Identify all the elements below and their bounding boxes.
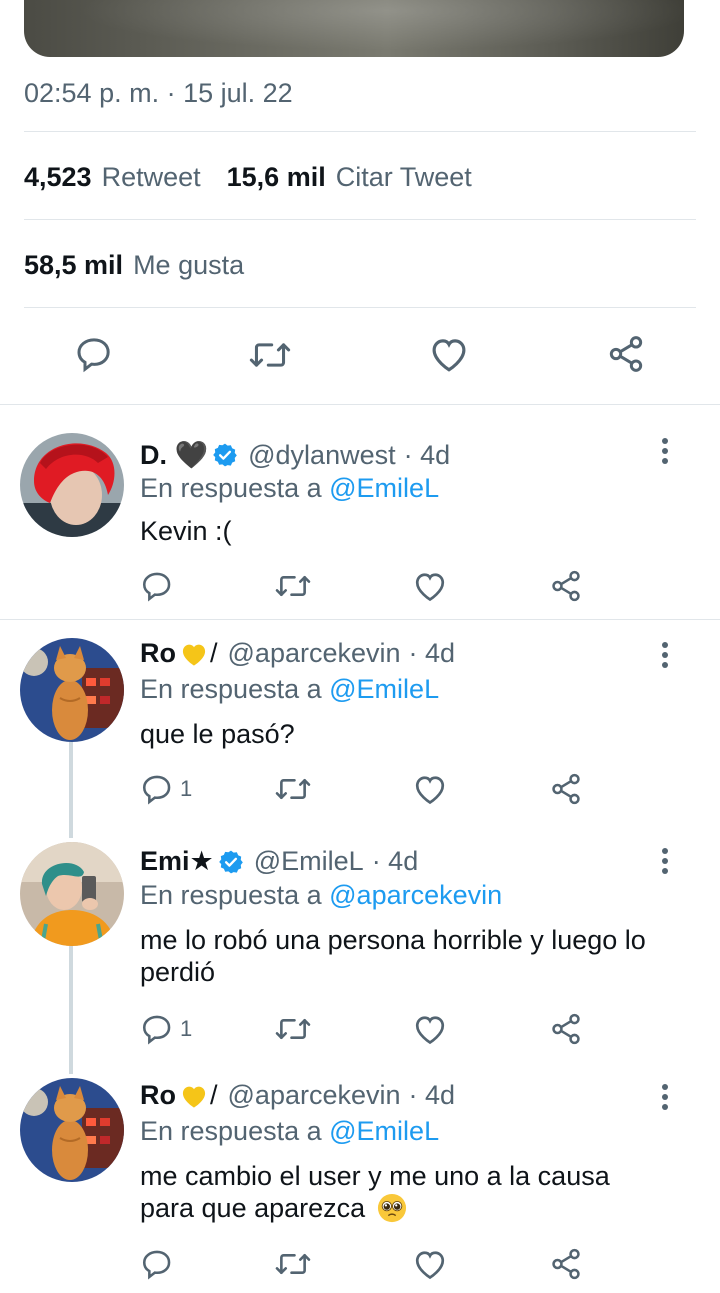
reply-header: Ro / @aparcekevin · 4d bbox=[140, 1080, 455, 1111]
thread-line bbox=[69, 946, 73, 1074]
tweet-media-image[interactable] bbox=[24, 0, 684, 57]
quotes-label[interactable]: Citar Tweet bbox=[336, 162, 472, 193]
reply-icon[interactable]: 1 bbox=[140, 1012, 192, 1046]
reply-time: · 4d bbox=[403, 439, 451, 470]
handle[interactable]: @aparcekevin bbox=[228, 1080, 401, 1111]
reply-text-block: me cambio el user y me uno a la causa pa… bbox=[140, 1160, 660, 1224]
handle[interactable]: @dylanwest bbox=[248, 440, 395, 471]
divider bbox=[0, 619, 720, 620]
retweet-icon[interactable] bbox=[274, 1013, 312, 1045]
yellow-heart-icon bbox=[182, 644, 206, 666]
reply-context: En respuesta a @EmileL bbox=[140, 1116, 439, 1147]
likes-label[interactable]: Me gusta bbox=[133, 250, 244, 281]
reply-text: Kevin :( bbox=[140, 516, 232, 546]
likes-count[interactable]: 58,5 mil bbox=[24, 250, 123, 281]
divider bbox=[24, 219, 696, 220]
handle[interactable]: @EmileL bbox=[254, 846, 364, 877]
divider bbox=[24, 307, 696, 308]
more-vertical-icon[interactable] bbox=[660, 848, 670, 878]
more-vertical-icon[interactable] bbox=[660, 642, 670, 672]
heart-icon[interactable] bbox=[412, 1247, 448, 1281]
share-icon[interactable] bbox=[549, 569, 583, 603]
divider bbox=[0, 404, 720, 405]
avatar[interactable] bbox=[20, 433, 124, 537]
reply-text: me lo robó una persona horrible y luego … bbox=[140, 925, 646, 987]
tweet-timestamp: 02:54 p. m. · 15 jul. 22 bbox=[24, 78, 293, 108]
heart-icon[interactable] bbox=[428, 334, 470, 374]
reply-text: que le pasó? bbox=[140, 719, 295, 749]
display-name[interactable]: Ro bbox=[140, 1080, 176, 1111]
reply-context: En respuesta a @EmileL bbox=[140, 674, 439, 705]
reply-icon[interactable]: 1 bbox=[140, 772, 192, 806]
verified-badge-icon bbox=[213, 443, 237, 467]
reply-header: Ro / @aparcekevin · 4d bbox=[140, 638, 455, 669]
reply-mention-link[interactable]: @EmileL bbox=[329, 1116, 439, 1146]
more-vertical-icon[interactable] bbox=[660, 1084, 670, 1114]
reply-mention-link[interactable]: @EmileL bbox=[329, 674, 439, 704]
retweet-icon[interactable] bbox=[274, 570, 312, 602]
retweet-icon[interactable] bbox=[274, 773, 312, 805]
heart-icon[interactable] bbox=[412, 772, 448, 806]
share-icon[interactable] bbox=[549, 1247, 583, 1281]
reply-time: · 4d bbox=[408, 638, 456, 668]
share-icon[interactable] bbox=[606, 334, 646, 374]
reply-context: En respuesta a @EmileL bbox=[140, 473, 439, 504]
likes-stats[interactable]: 58,5 mil Me gusta bbox=[24, 250, 270, 281]
main-tweet-action-bar bbox=[0, 334, 720, 378]
avatar[interactable] bbox=[20, 1078, 124, 1182]
reply-icon[interactable] bbox=[140, 1247, 174, 1281]
display-name[interactable]: Ro bbox=[140, 638, 176, 669]
retweet-icon[interactable] bbox=[274, 1248, 312, 1280]
verified-badge-icon bbox=[218, 850, 243, 873]
retweets-label[interactable]: Retweet bbox=[102, 162, 201, 193]
quotes-count[interactable]: 15,6 mil bbox=[227, 162, 326, 193]
divider bbox=[24, 131, 696, 132]
reply-text: me cambio el user y me uno a la causa pa… bbox=[140, 1161, 610, 1223]
display-name[interactable]: D. 🖤 bbox=[140, 439, 208, 471]
name-suffix: / bbox=[210, 1080, 218, 1110]
reply-context: En respuesta a @aparcekevin bbox=[140, 880, 502, 911]
display-name[interactable]: Emi★ bbox=[140, 846, 214, 877]
reply-prefix: En respuesta a bbox=[140, 1116, 322, 1146]
reply-mention-link[interactable]: @EmileL bbox=[329, 473, 439, 503]
share-icon[interactable] bbox=[549, 772, 583, 806]
heart-icon[interactable] bbox=[412, 569, 448, 603]
reply-time: · 4d bbox=[408, 1080, 456, 1110]
name-suffix: / bbox=[210, 638, 218, 668]
pleading-face-emoji-icon bbox=[377, 1193, 406, 1223]
yellow-heart-icon bbox=[182, 1086, 206, 1108]
reply-prefix: En respuesta a bbox=[140, 473, 322, 503]
reply-mention-link[interactable]: @aparcekevin bbox=[329, 880, 502, 910]
heart-icon[interactable] bbox=[412, 1012, 448, 1046]
reply-icon[interactable] bbox=[74, 334, 114, 374]
thread-line bbox=[69, 742, 73, 838]
reply-header: Emi★ @EmileL · 4d bbox=[140, 846, 418, 877]
reply-prefix: En respuesta a bbox=[140, 880, 322, 910]
retweets-count[interactable]: 4,523 bbox=[24, 162, 92, 193]
more-vertical-icon[interactable] bbox=[660, 438, 670, 468]
avatar[interactable] bbox=[20, 842, 124, 946]
retweet-stats: 4,523 Retweet 15,6 mil Citar Tweet bbox=[24, 162, 498, 193]
reply-count: 1 bbox=[180, 776, 193, 801]
retweet-icon[interactable] bbox=[248, 336, 292, 374]
reply-time: · 4d bbox=[371, 846, 419, 876]
reply-header: D. 🖤 @dylanwest · 4d bbox=[140, 439, 450, 471]
reply-prefix: En respuesta a bbox=[140, 674, 322, 704]
handle[interactable]: @aparcekevin bbox=[228, 638, 401, 669]
share-icon[interactable] bbox=[549, 1012, 583, 1046]
reply-icon[interactable] bbox=[140, 569, 174, 603]
avatar[interactable] bbox=[20, 638, 124, 742]
reply-count: 1 bbox=[180, 1016, 193, 1041]
